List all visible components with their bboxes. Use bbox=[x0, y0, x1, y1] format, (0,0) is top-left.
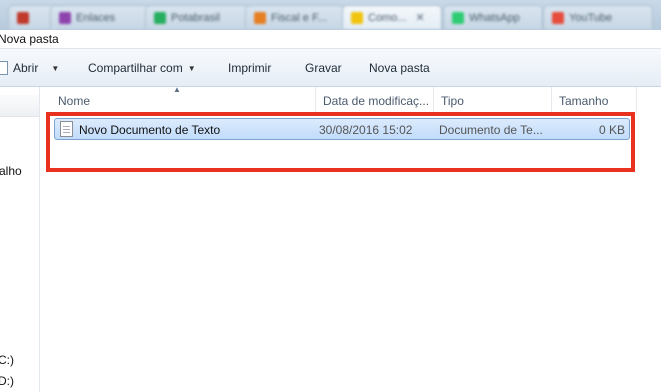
open-button[interactable]: Abrir ▼ bbox=[0, 59, 59, 77]
file-date: 30/08/2016 15:02 bbox=[319, 123, 413, 137]
text-document-icon bbox=[60, 121, 73, 137]
browser-tab[interactable]: WhatsApp bbox=[443, 5, 543, 29]
browser-tab[interactable]: Potabrasil bbox=[145, 5, 250, 29]
tab-favicon-icon bbox=[254, 11, 266, 24]
column-header-date[interactable]: Data de modificaç... bbox=[316, 87, 434, 114]
burn-button[interactable]: Gravar bbox=[305, 59, 342, 77]
file-type: Documento de Te... bbox=[439, 123, 543, 137]
navigation-pane: alho C:) D:) bbox=[0, 87, 40, 392]
tab-favicon-icon bbox=[452, 11, 464, 24]
file-row[interactable]: Novo Documento de Texto 30/08/2016 15:02… bbox=[54, 118, 630, 140]
nav-item-drive-d[interactable]: D:) bbox=[0, 374, 14, 388]
tab-favicon-icon bbox=[552, 11, 564, 24]
file-size: 0 KB bbox=[598, 123, 625, 137]
tab-favicon-icon bbox=[17, 11, 29, 24]
file-list-pane[interactable]: ▲ Nome Data de modificaç... Tipo Tamanho… bbox=[41, 85, 661, 392]
print-button[interactable]: Imprimir bbox=[228, 59, 271, 77]
column-header-type[interactable]: Tipo bbox=[434, 87, 552, 114]
nav-item[interactable]: alho bbox=[0, 164, 22, 178]
browser-tab[interactable]: Enlaces bbox=[50, 5, 150, 29]
column-header-name[interactable]: Nome bbox=[51, 87, 316, 114]
browser-tab[interactable]: Fiscal e F... bbox=[245, 5, 345, 29]
tab-close-icon[interactable]: ✕ bbox=[416, 11, 425, 24]
folder-title: Nova pasta bbox=[0, 32, 59, 46]
chevron-down-icon: ▼ bbox=[187, 63, 196, 73]
chevron-down-icon[interactable]: ▼ bbox=[51, 64, 59, 73]
share-with-button[interactable]: Compartilhar com ▼ bbox=[88, 59, 196, 77]
tab-favicon-icon bbox=[59, 11, 71, 24]
nav-pane-header bbox=[0, 95, 39, 117]
browser-tab-active[interactable]: Como... ✕ bbox=[342, 5, 442, 29]
file-name: Novo Documento de Texto bbox=[79, 123, 221, 137]
tab-favicon-icon bbox=[351, 11, 363, 24]
address-bar[interactable]: Nova pasta bbox=[0, 30, 661, 49]
browser-tab[interactable]: YouTube bbox=[543, 5, 653, 29]
nav-item-drive-c[interactable]: C:) bbox=[0, 353, 14, 367]
command-toolbar: Abrir ▼ Compartilhar com ▼ Imprimir Grav… bbox=[0, 49, 661, 87]
column-header-size[interactable]: Tamanho bbox=[552, 87, 637, 114]
tab-favicon-icon bbox=[154, 11, 166, 24]
browser-tab-strip: Enlaces Potabrasil Fiscal e F... Como...… bbox=[0, 0, 661, 30]
open-file-icon bbox=[0, 61, 8, 75]
new-folder-button[interactable]: Nova pasta bbox=[369, 59, 430, 77]
